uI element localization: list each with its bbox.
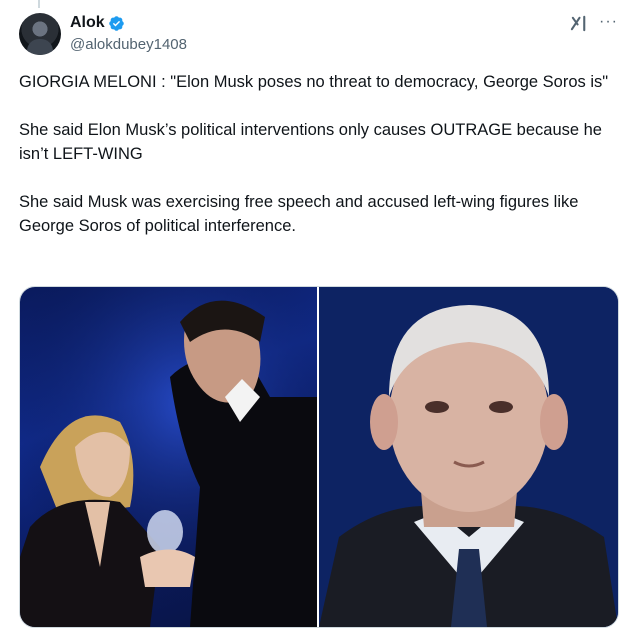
author-handle[interactable]: @alokdubey1408 xyxy=(70,36,187,53)
author-display-name[interactable]: Alok xyxy=(70,14,105,32)
tweet-text: GIORGIA MELONI : "Elon Musk poses no thr… xyxy=(19,70,619,262)
verified-badge-icon xyxy=(109,16,124,31)
photo-soros[interactable] xyxy=(319,287,618,627)
tweet-paragraph: She said Elon Musk’s political intervent… xyxy=(19,121,602,163)
tweet-media[interactable] xyxy=(19,286,619,628)
avatar[interactable] xyxy=(19,13,61,55)
tweet-paragraph: She said Musk was exercising free speech… xyxy=(19,193,579,235)
photo-soros-illustration xyxy=(319,287,618,627)
more-options-icon[interactable]: ··· xyxy=(599,13,618,31)
thread-connector-line xyxy=(38,0,40,8)
photo-meloni-musk-illustration xyxy=(20,287,317,627)
photo-meloni-musk[interactable] xyxy=(20,287,317,627)
tweet-paragraph: GIORGIA MELONI : "Elon Musk poses no thr… xyxy=(19,73,609,91)
avatar-figure xyxy=(27,39,53,55)
grok-icon[interactable] xyxy=(570,14,589,33)
